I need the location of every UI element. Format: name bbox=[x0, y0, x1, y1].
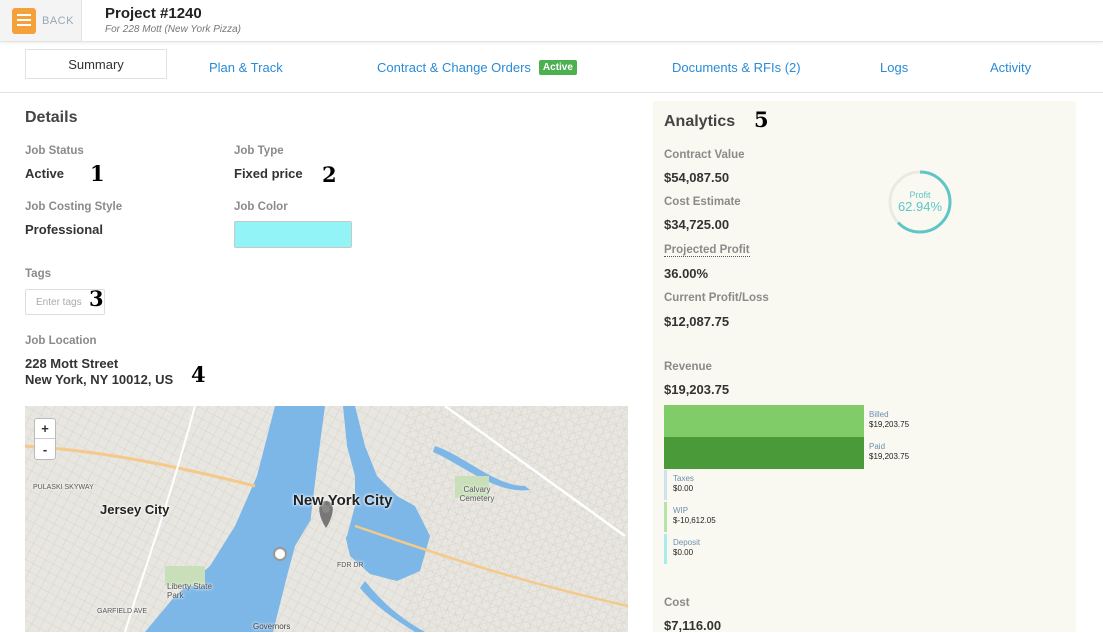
current-pl: $12,087.75 bbox=[664, 314, 730, 329]
tab-summary[interactable]: Summary bbox=[25, 49, 167, 79]
billed-label: Billed bbox=[869, 410, 889, 419]
details-heading: Details bbox=[25, 109, 78, 126]
cost-value: $7,116.00 bbox=[664, 618, 722, 633]
current-pl-label: Current Profit/Loss bbox=[664, 292, 769, 304]
map-label-pulaski: PULASKI SKYWAY bbox=[33, 484, 94, 491]
profit-ring-value: 62.94% bbox=[897, 199, 943, 214]
contract-value: $54,087.50 bbox=[664, 170, 730, 185]
annotation-4: 4 bbox=[191, 362, 206, 387]
paid-label: Paid bbox=[869, 442, 886, 451]
project-subtitle: For 228 Mott (New York Pizza) bbox=[105, 24, 241, 35]
wip-value: $-10,612.05 bbox=[673, 516, 716, 525]
map-label-jersey-city: Jersey City bbox=[100, 502, 170, 517]
tab-bar: Summary Plan & Track Contract & Change O… bbox=[0, 42, 1103, 93]
annotation-1: 1 bbox=[90, 161, 105, 186]
cost-label: Cost bbox=[664, 597, 690, 609]
zoom-in-button[interactable]: + bbox=[35, 419, 55, 439]
analytics-heading: Analytics bbox=[664, 113, 736, 130]
map-label-liberty: Liberty State Park bbox=[167, 582, 212, 600]
analytics-panel: Analytics 5 Contract Value $54,087.50 Co… bbox=[653, 101, 1076, 633]
deposit-label: Deposit bbox=[673, 538, 701, 547]
back-button[interactable]: BACK bbox=[0, 0, 82, 41]
tab-plan-track[interactable]: Plan & Track bbox=[209, 55, 283, 79]
tab-contract-label: Contract & Change Orders bbox=[377, 59, 531, 75]
tags-label: Tags bbox=[25, 268, 51, 280]
map-label-garfield: GARFIELD AVE bbox=[97, 608, 148, 615]
map-zoom-control: + - bbox=[34, 418, 56, 460]
job-type-value: Fixed price bbox=[234, 166, 303, 181]
cost-estimate: $34,725.00 bbox=[664, 217, 730, 232]
tab-activity[interactable]: Activity bbox=[990, 55, 1031, 79]
active-badge: Active bbox=[538, 59, 577, 75]
revenue-label: Revenue bbox=[664, 361, 712, 373]
job-status-value: Active bbox=[25, 166, 65, 181]
projected-profit: 36.00% bbox=[664, 266, 709, 281]
job-location-label: Job Location bbox=[25, 335, 97, 347]
taxes-value: $0.00 bbox=[673, 484, 694, 493]
revenue-bar-billed bbox=[664, 405, 864, 437]
map-label-nyc: New York City bbox=[293, 492, 393, 509]
annotation-2: 2 bbox=[322, 162, 337, 187]
project-title: Project #1240 bbox=[105, 5, 202, 22]
cost-estimate-label: Cost Estimate bbox=[664, 196, 741, 208]
tab-contract-change-orders[interactable]: Contract & Change Orders Active bbox=[377, 55, 577, 79]
job-costing-label: Job Costing Style bbox=[25, 201, 123, 213]
job-type-label: Job Type bbox=[234, 145, 284, 157]
job-status-label: Job Status bbox=[25, 145, 84, 157]
wip-label: WIP bbox=[673, 506, 689, 515]
taxes-label: Taxes bbox=[673, 474, 694, 483]
top-bar: BACK Project #1240 For 228 Mott (New Yor… bbox=[0, 0, 1103, 42]
projected-profit-label[interactable]: Projected Profit bbox=[664, 244, 750, 257]
annotation-5: 5 bbox=[754, 107, 769, 132]
contract-value-label: Contract Value bbox=[664, 149, 745, 161]
job-color-label: Job Color bbox=[234, 201, 288, 213]
revenue-bar-deposit bbox=[664, 534, 667, 564]
job-color-swatch[interactable] bbox=[234, 221, 352, 248]
document-dollar-icon bbox=[12, 7, 36, 34]
tab-logs[interactable]: Logs bbox=[880, 55, 908, 79]
annotation-3: 3 bbox=[89, 286, 104, 311]
revenue-value: $19,203.75 bbox=[664, 382, 730, 397]
deposit-value: $0.00 bbox=[673, 548, 694, 557]
zoom-out-button[interactable]: - bbox=[35, 439, 55, 459]
map-label-fdr: FDR DR bbox=[337, 562, 364, 569]
job-location-map[interactable]: + - New York City Jersey City Calvary Ce… bbox=[25, 406, 628, 632]
map-label-calvary: Calvary Cemetery bbox=[459, 485, 495, 503]
billed-value: $19,203.75 bbox=[869, 420, 910, 429]
revenue-bar-taxes bbox=[664, 470, 667, 500]
job-costing-value: Professional bbox=[25, 222, 104, 237]
revenue-bar-wip bbox=[664, 502, 667, 532]
back-label: BACK bbox=[42, 14, 74, 27]
tab-documents-rfis[interactable]: Documents & RFIs (2) bbox=[672, 55, 801, 79]
paid-value: $19,203.75 bbox=[869, 452, 910, 461]
address-line-1: 228 Mott Street bbox=[25, 356, 119, 371]
map-graphic bbox=[25, 406, 628, 632]
map-label-governors: Governors bbox=[253, 622, 291, 631]
revenue-bar-paid bbox=[664, 437, 864, 469]
address-line-2: New York, NY 10012, US bbox=[25, 372, 174, 387]
